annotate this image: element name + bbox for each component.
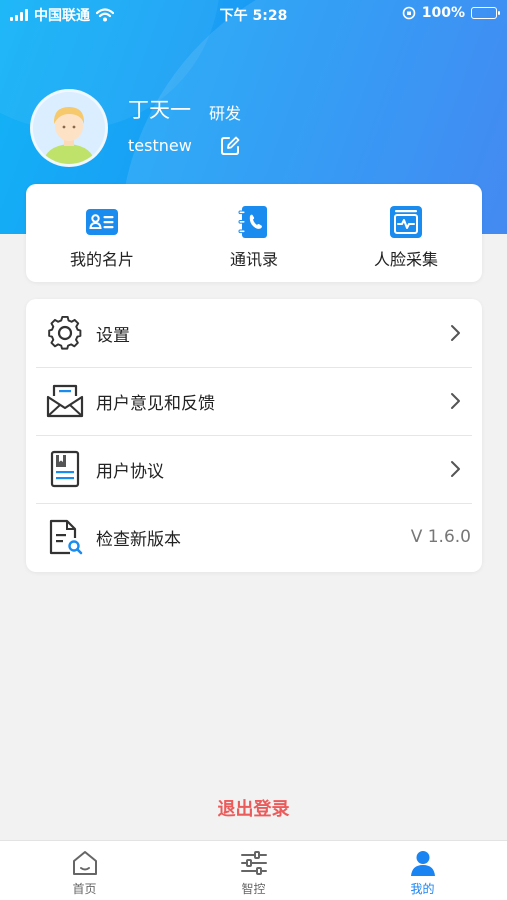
avatar[interactable] [30,89,108,167]
shortcut-contacts[interactable]: 通讯录 [178,184,330,282]
version-value: V 1.6.0 [410,527,471,547]
menu-label: 设置 [96,325,130,346]
tab-label: 我的 [410,882,435,896]
tab-mine[interactable]: 我的 [338,841,507,900]
battery-percent: 100% [421,5,465,21]
shortcut-label: 我的名片 [69,250,134,269]
gear-icon [48,315,82,350]
feedback-mail-icon [46,384,84,418]
bottom-tab-bar: 首页 智控 我的 [0,840,507,900]
logout-button-wrapper: 退出登录 [0,795,507,821]
chevron-right-icon [451,461,460,477]
contacts-icon [238,206,267,238]
version-search-icon [49,519,83,555]
battery-icon [471,7,500,19]
shortcut-business-card[interactable]: 我的名片 [26,184,178,282]
sliders-icon [240,851,267,875]
menu-item-settings[interactable]: 设置 [26,299,482,367]
menu-label: 用户协议 [96,461,164,482]
face-capture-icon [390,206,422,238]
shortcut-label: 人脸采集 [373,250,438,269]
tab-home[interactable]: 首页 [0,841,169,900]
status-bar: 中国联通 下午 5:28 100% [0,0,507,28]
agreement-doc-icon [50,450,80,488]
menu-item-feedback[interactable]: 用户意见和反馈 [26,367,482,435]
tab-label: 智控 [241,882,266,896]
menu-card: 设置 用户意见和反馈 用户协议 检查新版本 V 1.6.0 [26,299,482,572]
orientation-lock-icon [402,6,416,20]
menu-item-check-version[interactable]: 检查新版本 V 1.6.0 [26,503,482,571]
business-card-icon [86,209,118,235]
menu-label: 检查新版本 [96,529,181,550]
chevron-right-icon [451,393,460,409]
edit-icon[interactable] [219,135,241,157]
shortcut-face-capture[interactable]: 人脸采集 [330,184,482,282]
user-icon [410,851,435,876]
user-department: 研发 [209,104,242,123]
shortcut-label: 通讯录 [229,250,278,269]
shortcut-card: 我的名片 通讯录 人脸采集 [26,184,482,282]
home-icon [72,851,97,875]
user-account: testnew [128,136,192,155]
menu-label: 用户意见和反馈 [96,393,215,414]
chevron-right-icon [451,325,460,341]
tab-label: 首页 [72,882,97,896]
tab-smart-control[interactable]: 智控 [169,841,338,900]
user-name: 丁天一 [128,98,191,122]
status-right: 100% [402,5,500,21]
avatar-illustration [33,92,105,164]
profile-page: 中国联通 下午 5:28 100% 丁天一 研发 testnew 我的名片 通讯… [0,0,507,900]
menu-item-agreement[interactable]: 用户协议 [26,435,482,503]
logout-button[interactable]: 退出登录 [206,795,302,824]
